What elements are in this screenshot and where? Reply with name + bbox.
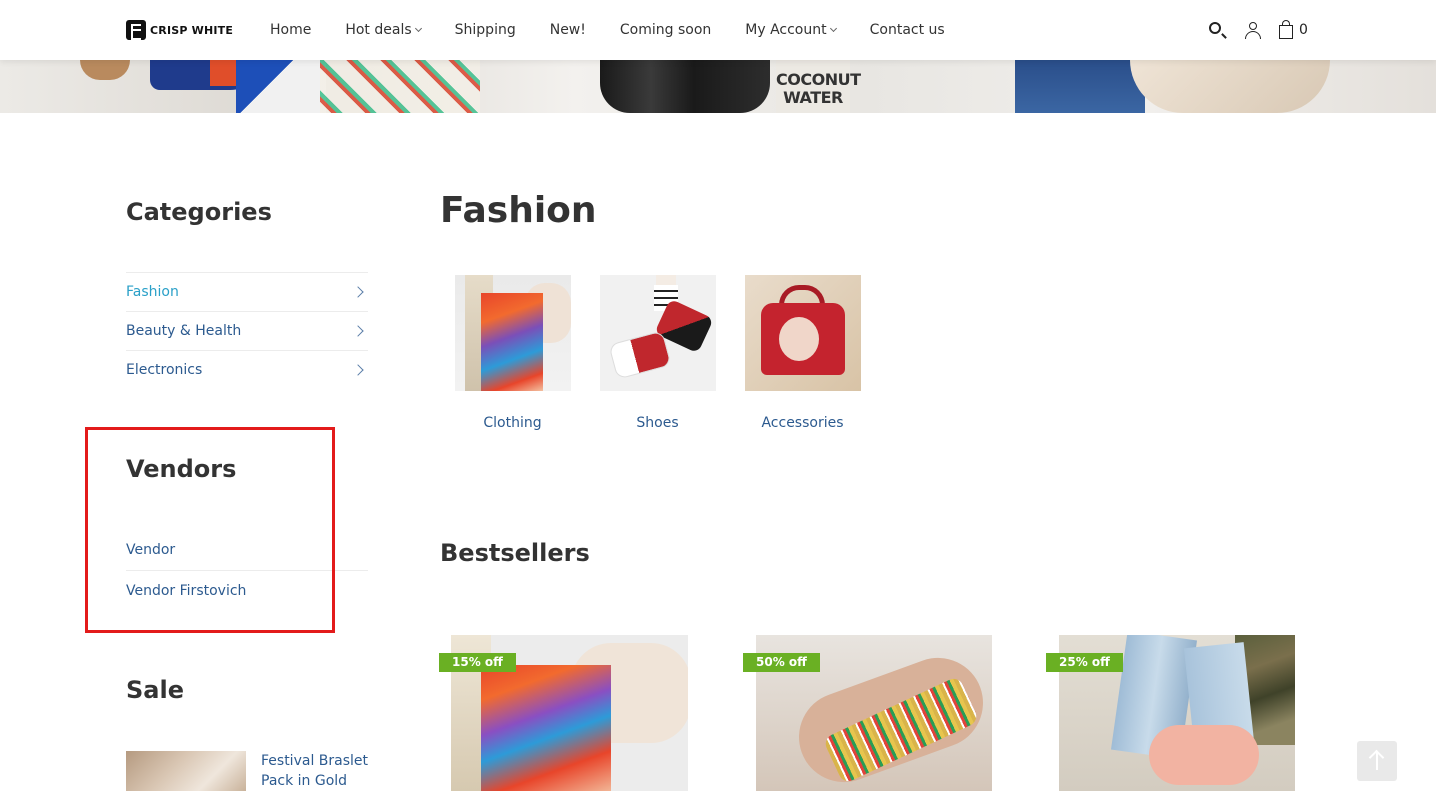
nav-coming-soon[interactable]: Coming soon xyxy=(620,22,711,38)
site-logo[interactable]: CRISP WHITE xyxy=(126,20,233,40)
logo-text: CRISP WHITE xyxy=(150,23,234,37)
nav-contact-us[interactable]: Contact us xyxy=(870,22,945,38)
chevron-down-icon xyxy=(414,24,422,33)
nav-new[interactable]: New! xyxy=(550,22,586,38)
discount-badge: 15% off xyxy=(439,653,516,672)
coconut-water-label: COCONUT WATER xyxy=(776,60,861,113)
nav-home-label: Home xyxy=(270,22,312,38)
subcategory-shoes[interactable]: Shoes xyxy=(585,275,730,431)
arrow-up-icon xyxy=(1376,752,1378,770)
subcategory-image[interactable] xyxy=(744,275,861,391)
chevron-down-icon xyxy=(829,24,837,33)
user-icon[interactable] xyxy=(1243,20,1263,40)
subcategory-image[interactable] xyxy=(599,275,716,391)
chevron-right-icon xyxy=(352,364,364,376)
category-item-fashion[interactable]: Fashion xyxy=(126,272,368,311)
coconut-text-line2: WATER xyxy=(783,88,843,107)
nav-contact-us-label: Contact us xyxy=(869,22,945,38)
cart-count: 0 xyxy=(1299,22,1308,38)
site-header: CRISP WHITE Home Hot deals Shipping New!… xyxy=(0,0,1436,60)
sale-product[interactable]: Festival Braslet Pack in Gold xyxy=(126,751,371,791)
subcategory-label[interactable]: Accessories xyxy=(730,415,875,431)
nav-hot-deals-label: Hot deals xyxy=(345,22,412,38)
subcategory-clothing[interactable]: Clothing xyxy=(440,275,585,431)
subcategory-image[interactable] xyxy=(454,275,571,391)
hero-banner-image xyxy=(0,60,1436,113)
main-nav: Home Hot deals Shipping New! Coming soon… xyxy=(270,0,979,60)
bestsellers-title: Bestsellers xyxy=(440,539,590,567)
subcategory-accessories[interactable]: Accessories xyxy=(730,275,875,431)
nav-shipping[interactable]: Shipping xyxy=(455,22,516,38)
chevron-right-icon xyxy=(352,286,364,298)
cart-button[interactable]: 0 xyxy=(1279,19,1308,39)
category-item-beauty-health[interactable]: Beauty & Health xyxy=(126,311,368,350)
nav-coming-soon-label: Coming soon xyxy=(619,22,712,38)
back-to-top-button[interactable] xyxy=(1357,741,1397,781)
nav-home[interactable]: Home xyxy=(270,22,311,38)
vendors-highlight-box xyxy=(85,427,335,633)
category-label: Fashion xyxy=(126,284,179,300)
nav-hot-deals[interactable]: Hot deals xyxy=(345,22,422,38)
search-icon[interactable] xyxy=(1207,20,1227,40)
sale-product-name[interactable]: Festival Braslet Pack in Gold xyxy=(261,751,371,791)
category-label: Beauty & Health xyxy=(126,323,242,339)
sale-product-image[interactable] xyxy=(126,751,246,791)
category-label: Electronics xyxy=(126,362,203,378)
header-actions: 0 xyxy=(1207,19,1308,40)
category-item-electronics[interactable]: Electronics xyxy=(126,350,368,389)
chevron-right-icon xyxy=(352,325,364,337)
nav-my-account-label: My Account xyxy=(745,22,827,38)
nav-new-label: New! xyxy=(549,22,586,38)
subcategory-label[interactable]: Shoes xyxy=(585,415,730,431)
nav-my-account[interactable]: My Account xyxy=(745,22,837,38)
logo-icon xyxy=(126,20,146,40)
page-title: Fashion xyxy=(440,190,597,231)
category-list: Fashion Beauty & Health Electronics xyxy=(126,272,368,389)
subcategory-label[interactable]: Clothing xyxy=(440,415,585,431)
categories-title: Categories xyxy=(126,198,272,226)
subcategory-grid: Clothing Shoes Accessories xyxy=(440,275,875,431)
discount-badge: 25% off xyxy=(1046,653,1123,672)
discount-badge: 50% off xyxy=(743,653,820,672)
cart-icon xyxy=(1279,19,1293,39)
sale-title: Sale xyxy=(126,676,184,704)
coconut-text-line1: COCONUT xyxy=(776,70,861,89)
nav-shipping-label: Shipping xyxy=(454,22,516,38)
